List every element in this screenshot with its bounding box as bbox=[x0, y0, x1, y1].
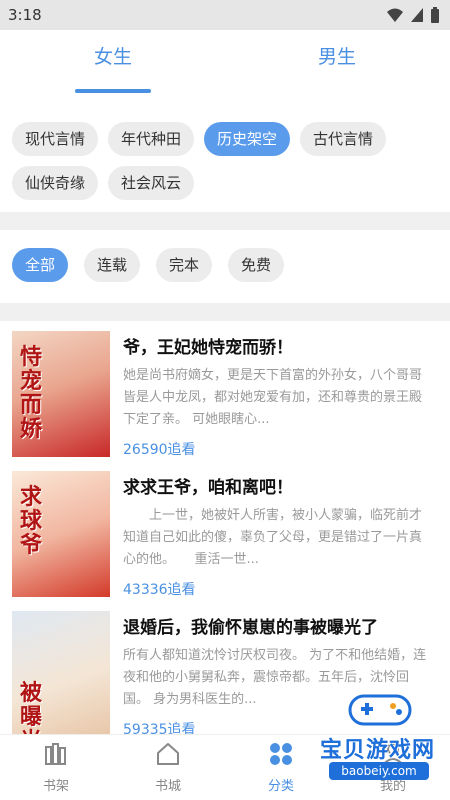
status-chip[interactable]: 免费 bbox=[228, 248, 285, 282]
status-chip-selected[interactable]: 全部 bbox=[12, 248, 69, 282]
genre-chip[interactable]: 年代种田 bbox=[108, 122, 195, 156]
book-description: 上一世，她被奸人所害，被小人蒙骗，临死前才知道自己如此的傻，辜负了父母，更是错过… bbox=[123, 508, 423, 567]
genre-chip[interactable]: 仙侠奇缘 bbox=[12, 166, 99, 200]
gender-tabs: 女生 男生 bbox=[0, 30, 450, 100]
book-cover[interactable]: 恃宠而娇 bbox=[12, 331, 110, 457]
nav-shelf-label: 书架 bbox=[42, 779, 69, 794]
genre-chip[interactable]: 现代言情 bbox=[12, 122, 99, 156]
genre-chip-selected[interactable]: 历史架空 bbox=[204, 122, 291, 156]
gamepad-icon bbox=[348, 694, 412, 726]
signal-icon bbox=[411, 8, 423, 22]
genre-chip[interactable]: 古代言情 bbox=[300, 122, 387, 156]
tab-active-indicator bbox=[75, 89, 151, 93]
nav-store-label: 书城 bbox=[154, 779, 181, 794]
bookshelf-icon bbox=[45, 743, 66, 765]
home-icon bbox=[157, 743, 179, 765]
book-title[interactable]: 求求王爷，咱和离吧！ bbox=[123, 473, 293, 498]
category-icon bbox=[270, 743, 292, 765]
book-title[interactable]: 爷，王妃她恃宠而骄！ bbox=[123, 333, 293, 358]
cover-title: 求球爷 bbox=[20, 484, 43, 558]
nav-shelf[interactable]: 书架 bbox=[11, 741, 101, 794]
cover-title: 被曝光 bbox=[20, 680, 43, 737]
genre-chip[interactable]: 社会风云 bbox=[108, 166, 195, 200]
book-item[interactable]: 恃宠而娇 爷，王妃她恃宠而骄！ 她是尚书府嫡女，更是天下首富的外孙女，八个哥哥皆… bbox=[12, 331, 442, 459]
status-time: 3:18 bbox=[8, 6, 42, 24]
book-item[interactable]: 求球爷 求求王爷，咱和离吧！ 上一世，她被奸人所害，被小人蒙骗，临死前才知道自己… bbox=[12, 471, 442, 599]
status-chip[interactable]: 连载 bbox=[84, 248, 141, 282]
status-chip[interactable]: 完本 bbox=[156, 248, 213, 282]
watermark-url: baobeiy.com bbox=[329, 762, 429, 780]
site-watermark: 宝贝游戏网 baobeiy.com bbox=[315, 686, 450, 796]
section-divider bbox=[0, 212, 450, 230]
status-icons bbox=[386, 7, 440, 23]
book-readers: 43336追看 bbox=[123, 582, 196, 598]
section-divider bbox=[0, 303, 450, 321]
cover-title: 恃宠而娇 bbox=[20, 344, 43, 442]
watermark-text: 宝贝游戏网 bbox=[319, 738, 435, 763]
status-bar: 3:18 bbox=[0, 0, 450, 30]
battery-icon bbox=[431, 7, 439, 23]
tab-male[interactable]: 男生 bbox=[277, 42, 397, 69]
book-readers: 26590追看 bbox=[123, 442, 196, 458]
wifi-icon bbox=[387, 8, 403, 22]
book-cover[interactable]: 被曝光 bbox=[12, 611, 110, 737]
nav-category-label: 分类 bbox=[267, 779, 294, 794]
genre-filter: 现代言情 年代种田 历史架空 古代言情 仙侠奇缘 社会风云 bbox=[12, 122, 442, 200]
status-filter: 全部 连载 完本 免费 bbox=[12, 248, 285, 282]
book-description: 她是尚书府嫡女，更是天下首富的外孙女，八个哥哥皆是人中龙凤，都对她宠爱有加，还和… bbox=[123, 368, 423, 427]
nav-category[interactable]: 分类 bbox=[236, 741, 326, 794]
book-cover[interactable]: 求球爷 bbox=[12, 471, 110, 597]
tab-female[interactable]: 女生 bbox=[53, 42, 173, 69]
nav-store[interactable]: 书城 bbox=[123, 741, 213, 794]
book-title[interactable]: 退婚后，我偷怀崽崽的事被曝光了 bbox=[123, 613, 378, 638]
